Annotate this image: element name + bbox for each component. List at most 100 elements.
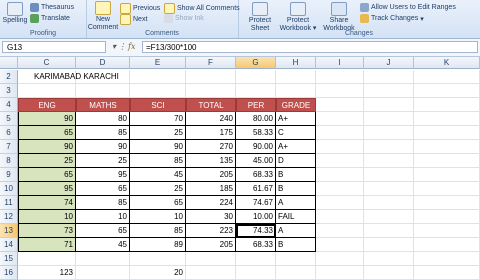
cell-j14[interactable] — [364, 238, 414, 252]
row-header-7[interactable]: 7 — [0, 140, 18, 154]
row-header-9[interactable]: 9 — [0, 168, 18, 182]
cell-h13[interactable]: A — [276, 224, 316, 238]
cell-j10[interactable] — [364, 182, 414, 196]
cell-g8[interactable]: 45.00 — [236, 154, 276, 168]
cell-h9[interactable]: B — [276, 168, 316, 182]
row-header-3[interactable]: 3 — [0, 84, 18, 98]
column-header-e[interactable]: E — [130, 57, 186, 69]
cell-e16[interactable]: 20 — [130, 266, 186, 280]
cell-c9[interactable]: 65 — [18, 168, 76, 182]
cell-h8[interactable]: D — [276, 154, 316, 168]
cell-f15[interactable] — [186, 252, 236, 266]
insert-function-icon[interactable]: fx — [128, 42, 135, 51]
cell-k2[interactable] — [414, 70, 480, 84]
cell-f7[interactable]: 270 — [186, 140, 236, 154]
cell-g15[interactable] — [236, 252, 276, 266]
cell-e6[interactable]: 25 — [130, 126, 186, 140]
cell-g6[interactable]: 58.33 — [236, 126, 276, 140]
cell-k16[interactable] — [414, 266, 480, 280]
cell-j12[interactable] — [364, 210, 414, 224]
cell-f13[interactable]: 223 — [186, 224, 236, 238]
cell-k11[interactable] — [414, 196, 480, 210]
cell-f12[interactable]: 30 — [186, 210, 236, 224]
select-all-corner[interactable] — [0, 57, 18, 69]
cell-d13[interactable]: 65 — [76, 224, 130, 238]
cell-g16[interactable] — [236, 266, 276, 280]
column-header-c[interactable]: C — [18, 57, 76, 69]
cell-f3[interactable] — [186, 84, 236, 98]
cell-h16[interactable] — [276, 266, 316, 280]
row-header-16[interactable]: 16 — [0, 266, 18, 280]
header-maths[interactable]: MATHS — [76, 98, 130, 112]
cell-k3[interactable] — [414, 84, 480, 98]
cell-d3[interactable] — [76, 84, 130, 98]
cell-h14[interactable]: B — [276, 238, 316, 252]
cell-h11[interactable]: A — [276, 196, 316, 210]
cell-e7[interactable]: 90 — [130, 140, 186, 154]
cell-e14[interactable]: 89 — [130, 238, 186, 252]
header-total[interactable]: TOTAL — [186, 98, 236, 112]
cell-i14[interactable] — [316, 238, 364, 252]
cell-e15[interactable] — [130, 252, 186, 266]
cell-d10[interactable]: 65 — [76, 182, 130, 196]
cell-h5[interactable]: A+ — [276, 112, 316, 126]
cell-j16[interactable] — [364, 266, 414, 280]
cell-i12[interactable] — [316, 210, 364, 224]
cell-e12[interactable]: 10 — [130, 210, 186, 224]
column-header-i[interactable]: I — [316, 57, 364, 69]
cell-j4[interactable] — [364, 98, 414, 112]
row-header-15[interactable]: 15 — [0, 252, 18, 266]
cell-e2[interactable] — [130, 70, 186, 84]
row-header-12[interactable]: 12 — [0, 210, 18, 224]
cell-j9[interactable] — [364, 168, 414, 182]
cell-i15[interactable] — [316, 252, 364, 266]
row-header-6[interactable]: 6 — [0, 126, 18, 140]
cell-k5[interactable] — [414, 112, 480, 126]
cell-j13[interactable] — [364, 224, 414, 238]
cell-i9[interactable] — [316, 168, 364, 182]
cell-k6[interactable] — [414, 126, 480, 140]
cell-i4[interactable] — [316, 98, 364, 112]
cell-c16[interactable]: 123 — [18, 266, 76, 280]
cell-c6[interactable]: 65 — [18, 126, 76, 140]
cell-c8[interactable]: 25 — [18, 154, 76, 168]
column-header-k[interactable]: K — [414, 57, 480, 69]
cell-e13[interactable]: 85 — [130, 224, 186, 238]
sheet-title-cell[interactable]: KARIMABAD KARACHI — [18, 70, 119, 84]
cell-c15[interactable] — [18, 252, 76, 266]
cell-i5[interactable] — [316, 112, 364, 126]
cell-h6[interactable]: C — [276, 126, 316, 140]
show-ink-button[interactable]: Show Ink — [164, 14, 204, 23]
cell-h15[interactable] — [276, 252, 316, 266]
cell-g9[interactable]: 68.33 — [236, 168, 276, 182]
cell-d12[interactable]: 10 — [76, 210, 130, 224]
cell-i8[interactable] — [316, 154, 364, 168]
cell-c7[interactable]: 90 — [18, 140, 76, 154]
cell-g2[interactable] — [236, 70, 276, 84]
cell-j7[interactable] — [364, 140, 414, 154]
cell-i10[interactable] — [316, 182, 364, 196]
cell-e8[interactable]: 85 — [130, 154, 186, 168]
cell-g10[interactable]: 61.67 — [236, 182, 276, 196]
cell-f2[interactable] — [186, 70, 236, 84]
cell-f11[interactable]: 224 — [186, 196, 236, 210]
cell-f5[interactable]: 240 — [186, 112, 236, 126]
allow-users-edit-ranges-button[interactable]: Allow Users to Edit Ranges — [360, 3, 456, 12]
header-per[interactable]: PER — [236, 98, 276, 112]
cell-c12[interactable]: 10 — [18, 210, 76, 224]
row-header-5[interactable]: 5 — [0, 112, 18, 126]
thesaurus-button[interactable]: Thesaurus — [30, 3, 74, 12]
cell-f8[interactable]: 135 — [186, 154, 236, 168]
cell-i2[interactable] — [316, 70, 364, 84]
column-header-g[interactable]: G — [236, 57, 276, 69]
cell-d8[interactable]: 25 — [76, 154, 130, 168]
cell-k13[interactable] — [414, 224, 480, 238]
cell-e11[interactable]: 65 — [130, 196, 186, 210]
cell-d14[interactable]: 45 — [76, 238, 130, 252]
cell-d16[interactable] — [76, 266, 130, 280]
row-header-11[interactable]: 11 — [0, 196, 18, 210]
cell-i7[interactable] — [316, 140, 364, 154]
cell-c5[interactable]: 90 — [18, 112, 76, 126]
row-header-2[interactable]: 2 — [0, 70, 18, 84]
cell-f14[interactable]: 205 — [186, 238, 236, 252]
